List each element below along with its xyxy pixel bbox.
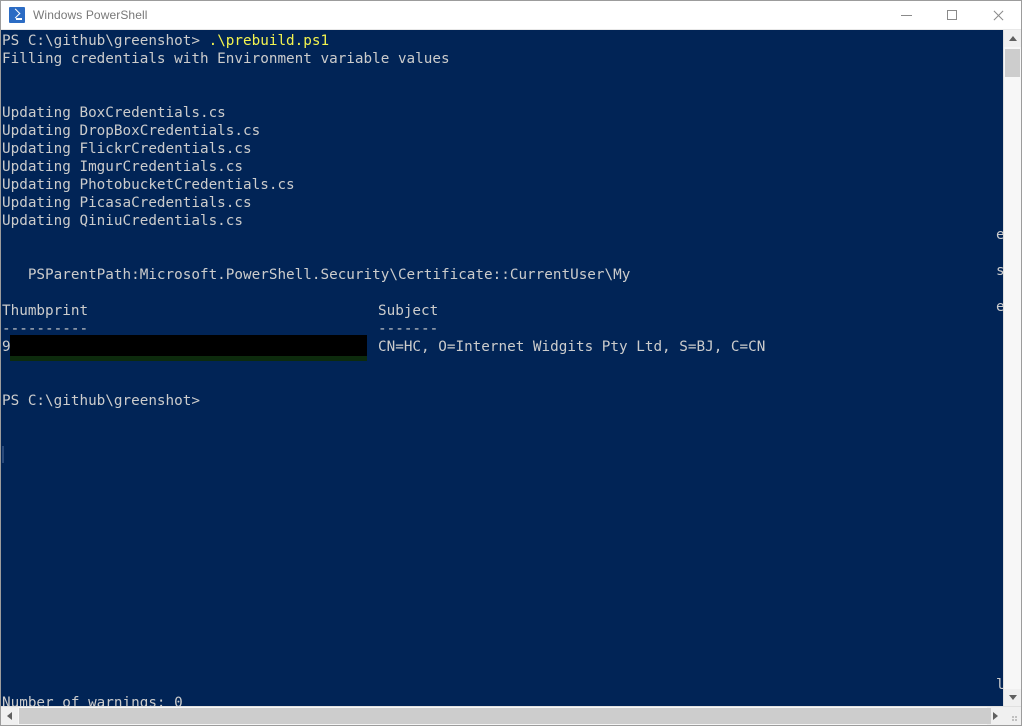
resize-grip[interactable]: [1004, 707, 1021, 725]
window-controls: [883, 1, 1021, 29]
scroll-down-button[interactable]: [1004, 689, 1021, 706]
vertical-scroll-track[interactable]: [1004, 47, 1021, 689]
console-line: Updating ImgurCredentials.cs: [2, 159, 244, 175]
clipped-char: e: [996, 298, 1003, 316]
column-header-thumbprint: Thumbprint: [2, 303, 89, 319]
console-line: Filling credentials with Environment var…: [2, 51, 450, 67]
console-line-final-prompt: PS C:\github\greenshot>: [2, 393, 200, 409]
chevron-down-icon: [1008, 695, 1017, 700]
cell-subject: CN=HC, O=Internet Widgits Pty Ltd, S=BJ,…: [378, 339, 766, 355]
window-title: Windows PowerShell: [33, 8, 148, 22]
clipped-char: s: [996, 262, 1003, 280]
console-line: Updating FlickrCredentials.cs: [2, 141, 252, 157]
console-line: Updating DropBoxCredentials.cs: [2, 123, 261, 139]
vertical-scrollbar[interactable]: [1003, 30, 1021, 706]
console-line: Updating BoxCredentials.cs: [2, 105, 226, 121]
chevron-up-icon: [1008, 36, 1017, 41]
title-bar[interactable]: Windows PowerShell: [1, 1, 1021, 30]
command-text: .\prebuild.ps1: [208, 33, 330, 49]
powershell-window: Windows PowerShell PS C:\github\greensho…: [0, 0, 1022, 726]
text-cursor: [2, 446, 4, 463]
redaction-bar-shadow: [10, 356, 367, 361]
horizontal-scrollbar[interactable]: [1, 706, 1021, 725]
console-line-command: PS C:\github\greenshot> .\prebuild.ps1: [2, 32, 1003, 50]
table-header-row: Thumbprint Subject: [2, 302, 1003, 320]
console-line: Updating PicasaCredentials.cs: [2, 195, 252, 211]
horizontal-scroll-thumb[interactable]: [19, 708, 991, 724]
vertical-scroll-thumb[interactable]: [1005, 49, 1020, 77]
console-line-bottom-clipped: Number of warnings: 0: [2, 695, 183, 706]
close-button[interactable]: [975, 1, 1021, 29]
powershell-icon: [9, 7, 25, 23]
table-row: 9 CN=HC, O=Internet Widgits Pty Ltd, S=B…: [2, 335, 1003, 361]
console-output-area[interactable]: PS C:\github\greenshot> .\prebuild.ps1 F…: [1, 30, 1003, 706]
console-line: Updating PhotobucketCredentials.cs: [2, 177, 295, 193]
console-line-psparentpath: PSParentPath:Microsoft.PowerShell.Securi…: [2, 267, 631, 283]
column-rule-subject: -------: [378, 321, 439, 337]
horizontal-scroll-track[interactable]: [18, 707, 991, 725]
prompt-text: PS C:\github\greenshot>: [2, 33, 209, 49]
clipped-char: e: [996, 226, 1003, 244]
maximize-icon: [947, 10, 957, 20]
clipped-char: l: [996, 676, 1003, 694]
maximize-button[interactable]: [929, 1, 975, 29]
scroll-up-button[interactable]: [1004, 30, 1021, 47]
scroll-left-button[interactable]: [1, 707, 18, 725]
chevron-left-icon: [7, 712, 12, 720]
close-icon: [992, 9, 1004, 21]
minimize-icon: [900, 14, 912, 16]
console-line: Updating QiniuCredentials.cs: [2, 213, 244, 229]
redaction-bar: [10, 335, 367, 356]
minimize-button[interactable]: [883, 1, 929, 29]
column-header-subject: Subject: [378, 303, 439, 319]
chevron-right-icon: [993, 712, 998, 720]
window-body: PS C:\github\greenshot> .\prebuild.ps1 F…: [1, 30, 1021, 706]
